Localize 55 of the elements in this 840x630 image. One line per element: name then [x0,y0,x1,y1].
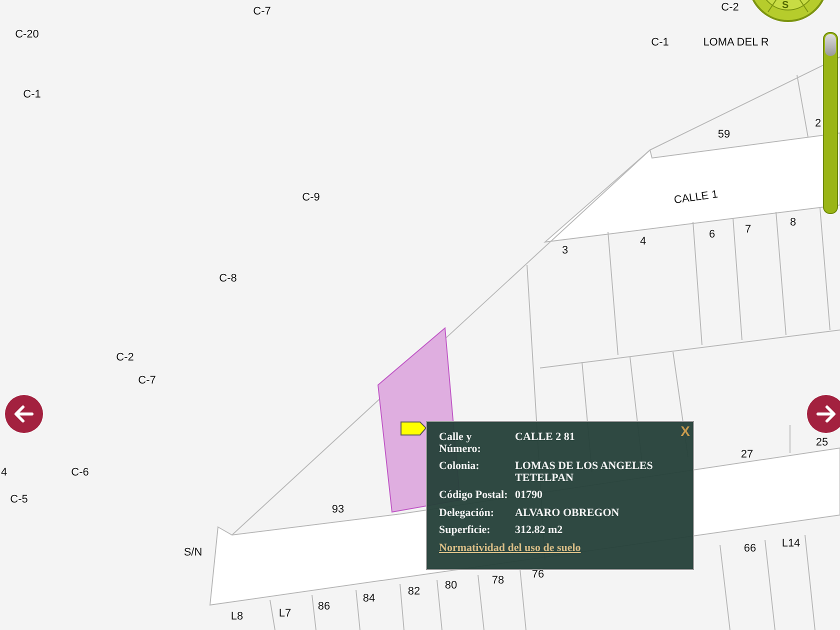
left-arrow-icon [13,403,35,425]
field-label: Calle y Número: [439,432,482,456]
map-label: 59 [718,130,730,140]
land-use-link[interactable]: Normatividad del uso de suelo [439,542,581,554]
map-label: 8 [790,218,796,228]
field-label: Código Postal: [439,490,509,502]
map-label: 93 [332,504,344,516]
map-label: C-2 [116,352,134,364]
right-arrow-icon [815,403,837,425]
map-label: 80 [444,580,458,592]
field-value: ALVARO OBREGON [515,508,620,520]
map-label: 86 [318,602,330,612]
next-button[interactable] [807,395,840,433]
field-label: Colonia: [439,461,480,474]
map-label: LOMA DEL R [703,38,769,48]
map-label: C-2 [721,2,739,14]
map-label: S/N [184,548,202,558]
map-label: 4 [0,468,8,478]
zoom-slider[interactable] [823,32,838,214]
map-label: 82 [408,586,420,598]
map-label: C-20 [15,30,39,40]
map-label: C-5 [10,494,28,506]
map-label: L7 [278,608,292,620]
map-label: 7 [744,224,752,236]
field-value: 01790 [515,490,544,502]
field-value: LOMAS DE LOS ANGELES TETELPAN [515,461,654,484]
map-label: 27 [740,450,754,460]
field-value: CALLE 2 81 [515,432,576,445]
map-label: C-6 [71,468,89,478]
map-label: L14 [782,538,800,550]
map-label: C-7 [253,6,271,18]
compass-label: S [782,1,789,11]
close-button[interactable]: X [680,424,690,438]
map-label: 76 [532,570,544,580]
map-label: 2 [814,118,822,130]
map-label: C-1 [651,38,669,48]
tag-marker-icon[interactable] [400,422,427,436]
map-label: C-9 [302,192,320,204]
field-label: Delegación: [439,508,495,520]
map-label: C-7 [138,376,156,386]
map-label: 4 [640,236,646,248]
map-label: 78 [492,576,504,586]
map-label: CALLE 1 [673,190,719,206]
map-label: C-8 [219,274,237,284]
slider-thumb[interactable] [825,34,836,56]
map-label: L8 [230,612,244,622]
field-value: 312.82 m2 [515,525,564,537]
previous-button[interactable] [5,395,43,433]
map-label: 25 [816,438,828,448]
map-label: 66 [744,544,756,554]
map-label: 84 [362,594,376,604]
map-label: 6 [708,230,716,240]
map-label: 3 [562,246,568,256]
field-label: Superficie: [439,525,492,537]
map-label: C-1 [23,90,41,100]
